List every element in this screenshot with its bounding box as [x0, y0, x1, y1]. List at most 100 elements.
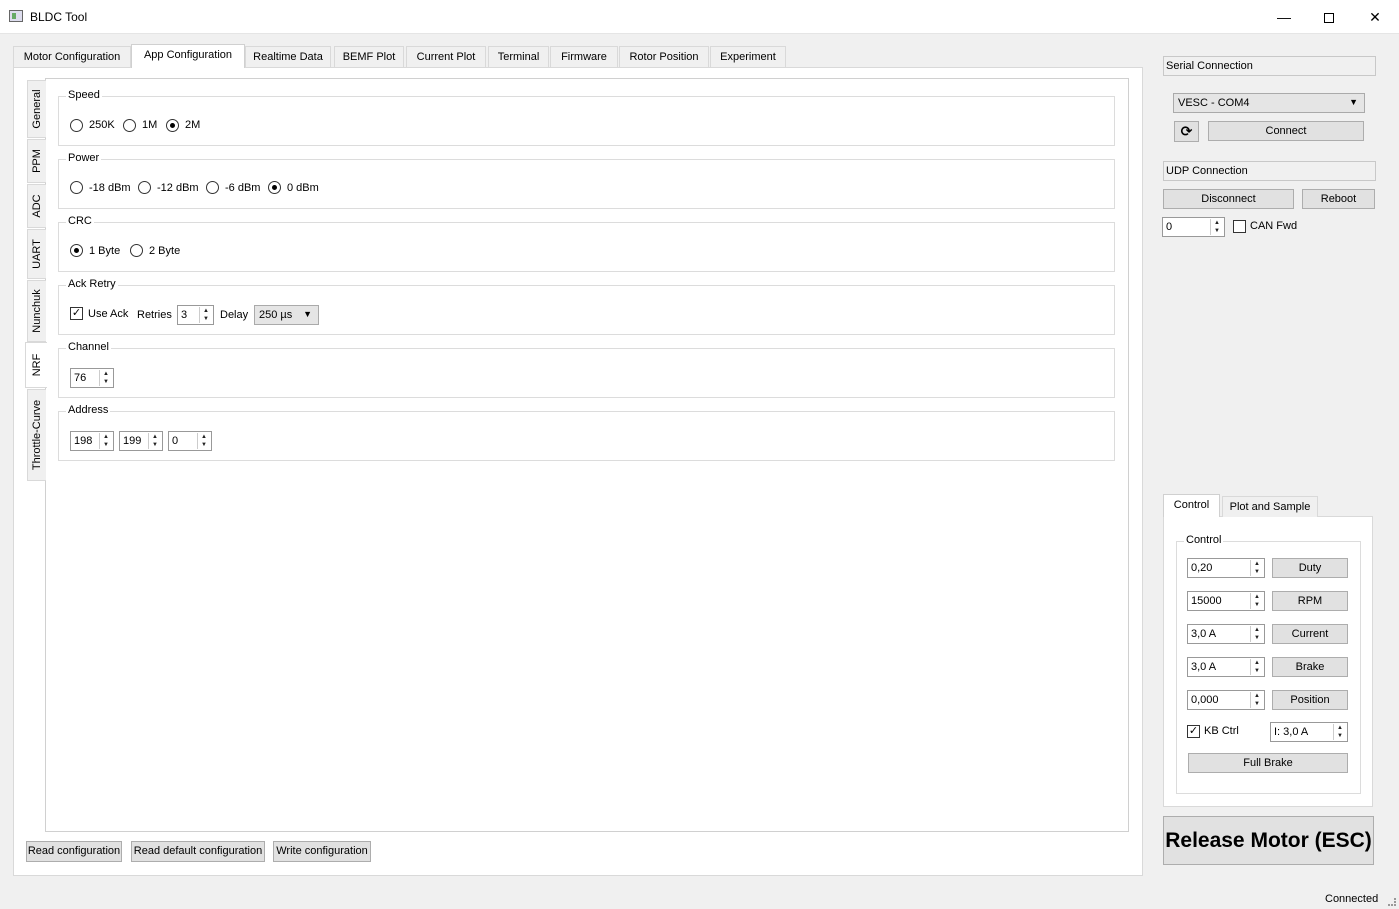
spin-arrows-icon[interactable]: ▲ ▼	[1250, 659, 1263, 675]
crc-radio-2byte[interactable]	[130, 244, 143, 257]
release-motor-button[interactable]: Release Motor (ESC)	[1163, 816, 1374, 865]
side-tab-ppm[interactable]: PPM	[27, 139, 46, 183]
speed-radio-1m[interactable]	[123, 119, 136, 132]
kb-ctrl-checkbox[interactable]: ✓	[1187, 725, 1200, 738]
duty-spinbox[interactable]: 0,20 ▲ ▼	[1187, 558, 1265, 578]
brake-value: 3,0 A	[1191, 661, 1217, 673]
channel-spinbox[interactable]: 76 ▲ ▼	[70, 368, 114, 388]
spin-arrows-icon[interactable]: ▲ ▼	[199, 307, 212, 323]
address-spinbox-1[interactable]: 198 ▲ ▼	[70, 431, 114, 451]
spin-arrows-icon[interactable]: ▲ ▼	[1250, 626, 1263, 642]
tab-plot-and-sample[interactable]: Plot and Sample	[1222, 496, 1318, 517]
crc-group: CRC 1 Byte 2 Byte	[58, 215, 1115, 272]
refresh-icon: ⟳	[1180, 123, 1193, 139]
brake-button[interactable]: Brake	[1272, 657, 1348, 677]
udp-connection-header: UDP Connection	[1163, 161, 1376, 181]
minimize-button[interactable]: —	[1261, 0, 1307, 34]
spin-arrows-icon[interactable]: ▲ ▼	[99, 433, 112, 449]
read-default-configuration-button[interactable]: Read default configuration	[131, 841, 265, 862]
side-tab-uart[interactable]: UART	[27, 229, 46, 279]
maximize-button[interactable]	[1306, 0, 1352, 34]
power-radio-0[interactable]	[268, 181, 281, 194]
serial-port-value: VESC - COM4	[1178, 97, 1250, 109]
use-ack-label: Use Ack	[88, 308, 129, 320]
tab-control[interactable]: Control	[1163, 494, 1220, 517]
kb-current-spinbox[interactable]: I: 3,0 A ▲ ▼	[1270, 722, 1348, 742]
brake-spinbox[interactable]: 3,0 A ▲ ▼	[1187, 657, 1265, 677]
full-brake-button[interactable]: Full Brake	[1188, 753, 1348, 773]
spin-arrows-icon[interactable]: ▲ ▼	[197, 433, 210, 449]
spin-arrows-icon[interactable]: ▲ ▼	[148, 433, 161, 449]
connect-button[interactable]: Connect	[1208, 121, 1364, 141]
side-tab-general[interactable]: General	[27, 80, 46, 138]
tab-rotor-position[interactable]: Rotor Position	[619, 46, 709, 67]
position-button[interactable]: Position	[1272, 690, 1348, 710]
address-spinbox-2[interactable]: 199 ▲ ▼	[119, 431, 163, 451]
retries-spinbox[interactable]: 3 ▲ ▼	[177, 305, 214, 325]
write-configuration-button[interactable]: Write configuration	[273, 841, 371, 862]
spin-arrows-icon[interactable]: ▲ ▼	[1250, 593, 1263, 609]
can-id-value: 0	[1166, 221, 1173, 233]
side-tab-adc[interactable]: ADC	[27, 184, 46, 228]
can-id-spinbox[interactable]: 0 ▲ ▼	[1162, 217, 1225, 237]
side-tab-nunchuk[interactable]: Nunchuk	[27, 280, 46, 342]
crc-radio-1byte[interactable]	[70, 244, 83, 257]
spin-arrows-icon[interactable]: ▲ ▼	[1333, 724, 1346, 740]
rpm-button[interactable]: RPM	[1272, 591, 1348, 611]
address-spinbox-3[interactable]: 0 ▲ ▼	[168, 431, 212, 451]
app-icon	[9, 10, 23, 22]
side-tab-label: Nunchuk	[31, 289, 43, 333]
ack-retry-group-title: Ack Retry	[66, 278, 118, 290]
power-radio-minus18[interactable]	[70, 181, 83, 194]
power-label-minus18: -18 dBm	[89, 182, 131, 194]
power-radio-minus6[interactable]	[206, 181, 219, 194]
close-button[interactable]: ✕	[1352, 0, 1398, 34]
tab-motor-configuration[interactable]: Motor Configuration	[13, 46, 131, 67]
tab-current-plot[interactable]: Current Plot	[406, 46, 486, 67]
side-tab-label: PPM	[31, 149, 43, 173]
address-value-1: 198	[74, 435, 93, 447]
refresh-button[interactable]: ⟳	[1174, 121, 1199, 142]
reboot-button[interactable]: Reboot	[1302, 189, 1375, 209]
spin-arrows-icon[interactable]: ▲ ▼	[1210, 219, 1223, 235]
resize-grip-icon[interactable]	[1388, 898, 1396, 906]
spin-arrows-icon[interactable]: ▲ ▼	[99, 370, 112, 386]
speed-radio-250k[interactable]	[70, 119, 83, 132]
can-fwd-checkbox[interactable]	[1233, 220, 1246, 233]
tab-bemf-plot[interactable]: BEMF Plot	[334, 46, 404, 67]
power-label-minus6: -6 dBm	[225, 182, 261, 194]
crc-label-1byte: 1 Byte	[89, 245, 121, 257]
tab-realtime-data[interactable]: Realtime Data	[245, 46, 331, 67]
use-ack-checkbox[interactable]: ✓	[70, 307, 83, 320]
ack-retry-group: Ack Retry ✓ Use Ack Retries 3 ▲ ▼ Delay 2…	[58, 278, 1115, 335]
side-tab-throttle-curve[interactable]: Throttle-Curve	[27, 389, 46, 481]
side-tab-label: General	[31, 89, 43, 129]
tab-experiment[interactable]: Experiment	[710, 46, 786, 67]
tab-firmware[interactable]: Firmware	[550, 46, 618, 67]
serial-port-select[interactable]: VESC - COM4 ▼	[1173, 93, 1365, 113]
address-value-2: 199	[123, 435, 142, 447]
side-tab-label: Throttle-Curve	[31, 399, 43, 471]
side-tab-nrf[interactable]: NRF	[25, 342, 47, 388]
spin-arrows-icon[interactable]: ▲ ▼	[1250, 560, 1263, 576]
side-tab-label: UART	[31, 239, 43, 269]
delay-select[interactable]: 250 µs ▼	[254, 305, 319, 325]
disconnect-button[interactable]: Disconnect	[1163, 189, 1294, 209]
speed-radio-2m[interactable]	[166, 119, 179, 132]
current-button[interactable]: Current	[1272, 624, 1348, 644]
retries-value: 3	[181, 309, 188, 321]
position-spinbox[interactable]: 0,000 ▲ ▼	[1187, 690, 1265, 710]
read-configuration-button[interactable]: Read configuration	[26, 841, 122, 862]
side-tab-label: NRF	[30, 353, 43, 377]
rpm-spinbox[interactable]: 15000 ▲ ▼	[1187, 591, 1265, 611]
duty-button[interactable]: Duty	[1272, 558, 1348, 578]
power-radio-minus12[interactable]	[138, 181, 151, 194]
tab-terminal[interactable]: Terminal	[488, 46, 549, 67]
control-group-title: Control	[1184, 534, 1224, 546]
spin-arrows-icon[interactable]: ▲ ▼	[1250, 692, 1263, 708]
tab-app-configuration[interactable]: App Configuration	[131, 44, 245, 68]
current-spinbox[interactable]: 3,0 A ▲ ▼	[1187, 624, 1265, 644]
speed-group: Speed 250K 1M 2M	[58, 89, 1115, 146]
serial-connection-header: Serial Connection	[1163, 56, 1376, 76]
chevron-down-icon: ▼	[303, 309, 312, 319]
